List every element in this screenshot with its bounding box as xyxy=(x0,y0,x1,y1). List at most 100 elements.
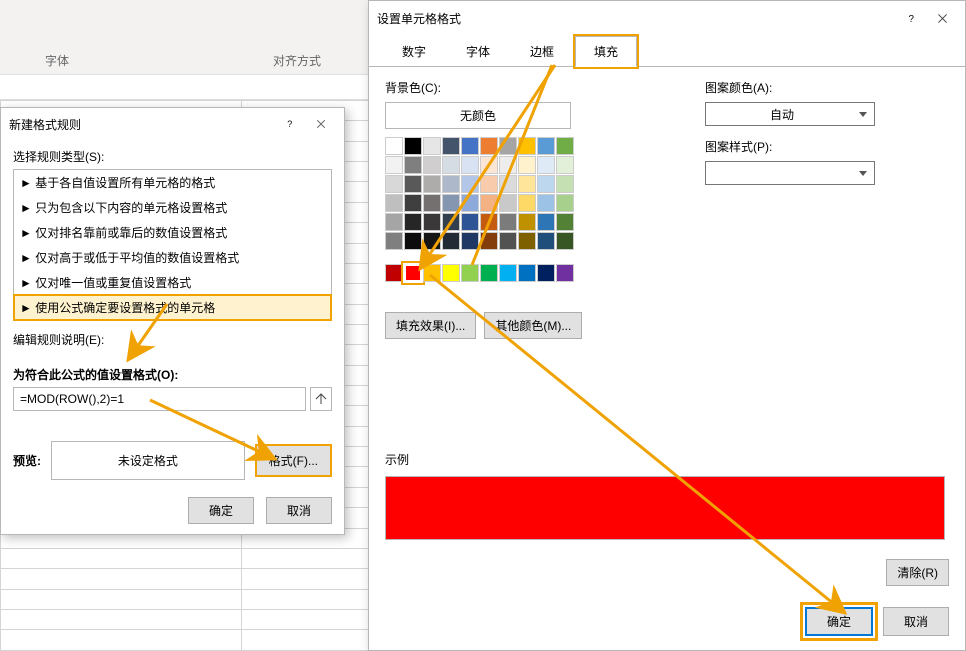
color-swatch[interactable] xyxy=(499,156,517,174)
standard-color-swatch[interactable] xyxy=(556,264,574,282)
pattern-color-select[interactable]: 自动 xyxy=(705,102,875,126)
color-swatch[interactable] xyxy=(499,213,517,231)
color-swatch[interactable] xyxy=(442,137,460,155)
rule-type-list[interactable]: ► 基于各自值设置所有单元格的格式► 只为包含以下内容的单元格设置格式► 仅对排… xyxy=(13,169,332,321)
color-swatch[interactable] xyxy=(442,232,460,250)
color-swatch[interactable] xyxy=(423,137,441,155)
color-swatch[interactable] xyxy=(556,137,574,155)
color-swatch[interactable] xyxy=(423,156,441,174)
color-swatch[interactable] xyxy=(461,175,479,193)
rule-type-item[interactable]: ► 基于各自值设置所有单元格的格式 xyxy=(14,170,331,195)
close-button[interactable] xyxy=(306,110,336,138)
color-swatch[interactable] xyxy=(556,232,574,250)
color-swatch[interactable] xyxy=(404,232,422,250)
color-swatch[interactable] xyxy=(499,137,517,155)
fill-effects-button[interactable]: 填充效果(I)... xyxy=(385,312,476,339)
rule-type-item[interactable]: ► 只为包含以下内容的单元格设置格式 xyxy=(14,195,331,220)
color-swatch[interactable] xyxy=(423,232,441,250)
color-swatch[interactable] xyxy=(518,156,536,174)
fmt-ok-button[interactable]: 确定 xyxy=(805,607,873,636)
color-swatch[interactable] xyxy=(385,232,403,250)
color-swatch[interactable] xyxy=(404,137,422,155)
color-swatch[interactable] xyxy=(385,156,403,174)
rule-type-item[interactable]: ► 仅对唯一值或重复值设置格式 xyxy=(14,270,331,295)
rule-type-item[interactable]: ► 仅对排名靠前或靠后的数值设置格式 xyxy=(14,220,331,245)
standard-color-swatch[interactable] xyxy=(423,264,441,282)
color-swatch[interactable] xyxy=(518,137,536,155)
range-picker-icon[interactable] xyxy=(310,387,332,411)
formula-input[interactable] xyxy=(13,387,306,411)
color-swatch[interactable] xyxy=(518,232,536,250)
format-button[interactable]: 格式(F)... xyxy=(255,444,332,477)
color-swatch[interactable] xyxy=(385,213,403,231)
color-swatch[interactable] xyxy=(461,137,479,155)
no-color-button[interactable]: 无颜色 xyxy=(385,102,571,129)
tab-填充[interactable]: 填充 xyxy=(575,36,637,67)
color-swatch[interactable] xyxy=(404,194,422,212)
color-swatch[interactable] xyxy=(404,175,422,193)
rule-cancel-button[interactable]: 取消 xyxy=(266,497,332,524)
color-swatch[interactable] xyxy=(385,194,403,212)
color-swatch[interactable] xyxy=(518,213,536,231)
rule-ok-button[interactable]: 确定 xyxy=(188,497,254,524)
color-swatch[interactable] xyxy=(518,175,536,193)
standard-color-swatch[interactable] xyxy=(404,264,422,282)
color-swatch[interactable] xyxy=(556,213,574,231)
color-swatch[interactable] xyxy=(499,232,517,250)
rule-type-item[interactable]: ► 仅对高于或低于平均值的数值设置格式 xyxy=(14,245,331,270)
color-swatch[interactable] xyxy=(537,194,555,212)
tab-字体[interactable]: 字体 xyxy=(447,36,509,67)
color-swatch[interactable] xyxy=(442,194,460,212)
clear-button[interactable]: 清除(R) xyxy=(886,559,949,586)
color-swatch[interactable] xyxy=(442,213,460,231)
color-swatch[interactable] xyxy=(385,137,403,155)
color-swatch[interactable] xyxy=(537,213,555,231)
color-swatch[interactable] xyxy=(499,175,517,193)
color-swatch[interactable] xyxy=(423,194,441,212)
fmt-dialog-titlebar[interactable]: 设置单元格格式 ? xyxy=(369,1,965,35)
fmt-help-button[interactable]: ? xyxy=(897,4,927,32)
color-swatch[interactable] xyxy=(404,156,422,174)
color-swatch[interactable] xyxy=(480,175,498,193)
color-swatch[interactable] xyxy=(537,175,555,193)
color-swatch[interactable] xyxy=(480,194,498,212)
color-swatch[interactable] xyxy=(423,175,441,193)
color-swatch[interactable] xyxy=(556,194,574,212)
color-swatch[interactable] xyxy=(480,213,498,231)
standard-color-swatch[interactable] xyxy=(442,264,460,282)
color-swatch[interactable] xyxy=(461,232,479,250)
standard-color-swatch[interactable] xyxy=(499,264,517,282)
color-swatch[interactable] xyxy=(404,213,422,231)
color-swatch[interactable] xyxy=(480,232,498,250)
rule-type-item[interactable]: ► 使用公式确定要设置格式的单元格 xyxy=(14,295,331,320)
fmt-close-button[interactable] xyxy=(927,4,957,32)
help-button[interactable]: ? xyxy=(276,110,306,138)
color-swatch[interactable] xyxy=(461,194,479,212)
color-swatch[interactable] xyxy=(537,137,555,155)
standard-color-swatch[interactable] xyxy=(461,264,479,282)
color-swatch[interactable] xyxy=(499,194,517,212)
color-swatch[interactable] xyxy=(385,175,403,193)
color-swatch[interactable] xyxy=(556,175,574,193)
color-swatch[interactable] xyxy=(556,156,574,174)
tab-数字[interactable]: 数字 xyxy=(383,36,445,67)
color-swatch[interactable] xyxy=(537,156,555,174)
color-swatch[interactable] xyxy=(461,213,479,231)
rule-dialog-titlebar[interactable]: 新建格式规则 ? xyxy=(1,108,344,140)
color-swatch[interactable] xyxy=(480,137,498,155)
tab-边框[interactable]: 边框 xyxy=(511,36,573,67)
standard-color-swatch[interactable] xyxy=(518,264,536,282)
standard-color-swatch[interactable] xyxy=(537,264,555,282)
other-colors-button[interactable]: 其他颜色(M)... xyxy=(484,312,582,339)
color-swatch[interactable] xyxy=(423,213,441,231)
standard-color-swatch[interactable] xyxy=(385,264,403,282)
standard-color-swatch[interactable] xyxy=(480,264,498,282)
color-swatch[interactable] xyxy=(480,156,498,174)
color-swatch[interactable] xyxy=(442,175,460,193)
color-swatch[interactable] xyxy=(518,194,536,212)
fmt-cancel-button[interactable]: 取消 xyxy=(883,607,949,636)
pattern-style-select[interactable] xyxy=(705,161,875,185)
color-swatch[interactable] xyxy=(537,232,555,250)
color-swatch[interactable] xyxy=(442,156,460,174)
color-swatch[interactable] xyxy=(461,156,479,174)
